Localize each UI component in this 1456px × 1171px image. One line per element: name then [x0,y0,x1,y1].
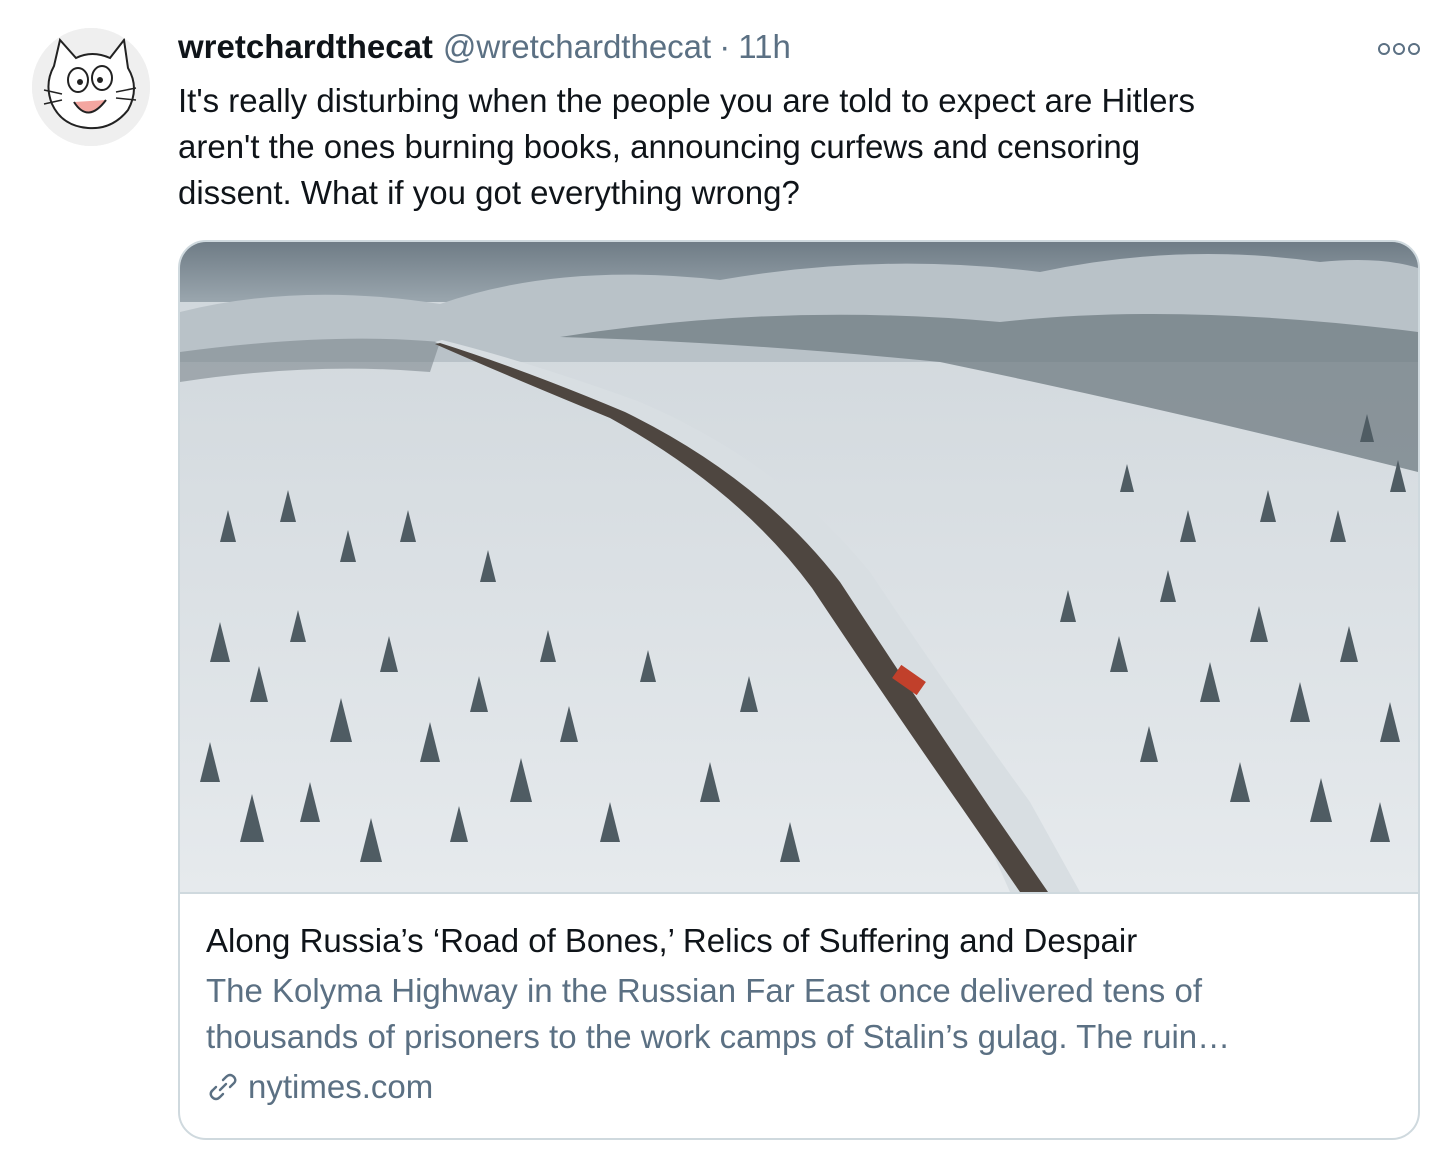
card-description: The Kolyma Highway in the Russian Far Ea… [206,968,1398,1060]
more-options-button[interactable] [1376,38,1422,60]
card-image[interactable] [180,242,1418,894]
card-domain[interactable]: nytimes.com [206,1064,1398,1110]
more-horizontal-icon [1378,43,1420,55]
timestamp[interactable]: 11h [738,28,791,66]
card-description-line: The Kolyma Highway in the Russian Far Ea… [206,972,1202,1009]
user-handle[interactable]: @wretchardthecat [443,28,711,66]
tweet-text-line: aren't the ones burning books, announcin… [178,128,1141,165]
tweet-text-line: It's really disturbing when the people y… [178,82,1196,119]
link-preview-card[interactable]: Along Russia’s ‘Road of Bones,’ Relics o… [178,240,1420,1140]
tweet-text: It's really disturbing when the people y… [178,78,1408,216]
tweet-text-line: dissent. What if you got everything wron… [178,174,800,211]
cat-cartoon-avatar-image [32,28,150,146]
card-title[interactable]: Along Russia’s ‘Road of Bones,’ Relics o… [206,918,1398,964]
snowy-road-photo [180,242,1418,892]
avatar[interactable] [32,28,150,146]
separator-dot: · [719,28,731,65]
card-description-line: thousands of prisoners to the work camps… [206,1018,1231,1055]
tweet-header: wretchardthecat @wretchardthecat · 11h [178,28,1376,74]
link-icon [209,1073,237,1101]
card-domain-text: nytimes.com [248,1068,434,1105]
card-body: Along Russia’s ‘Road of Bones,’ Relics o… [206,918,1398,1110]
display-name[interactable]: wretchardthecat [178,28,433,66]
